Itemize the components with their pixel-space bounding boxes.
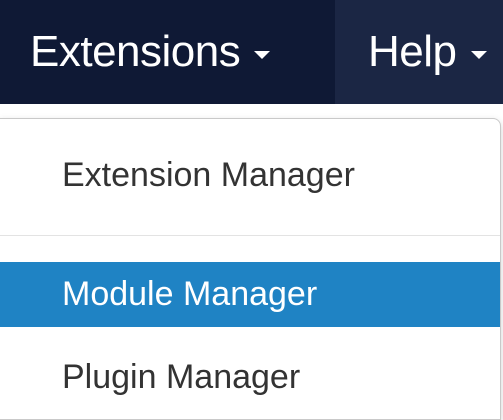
nav-extensions-label: Extensions (30, 27, 241, 76)
menu-item-plugin-manager[interactable]: Plugin Manager (0, 345, 500, 409)
menu-item-label: Module Manager (62, 275, 318, 313)
extensions-dropdown-menu: Extension Manager Module Manager Plugin … (0, 118, 501, 420)
menu-item-label: Extension Manager (62, 155, 355, 194)
menu-divider (0, 235, 500, 236)
caret-down-icon (470, 51, 487, 59)
nav-help[interactable]: Help (368, 0, 487, 104)
caret-down-icon (254, 51, 271, 59)
dropdown-pointer (40, 106, 64, 118)
menu-item-extension-manager[interactable]: Extension Manager (0, 143, 500, 207)
menu-item-module-manager[interactable]: Module Manager (0, 262, 500, 327)
nav-extensions[interactable]: Extensions (0, 0, 335, 104)
menu-item-label: Plugin Manager (62, 357, 301, 396)
top-navbar: Extensions Help (0, 0, 503, 104)
nav-help-label: Help (368, 27, 457, 76)
